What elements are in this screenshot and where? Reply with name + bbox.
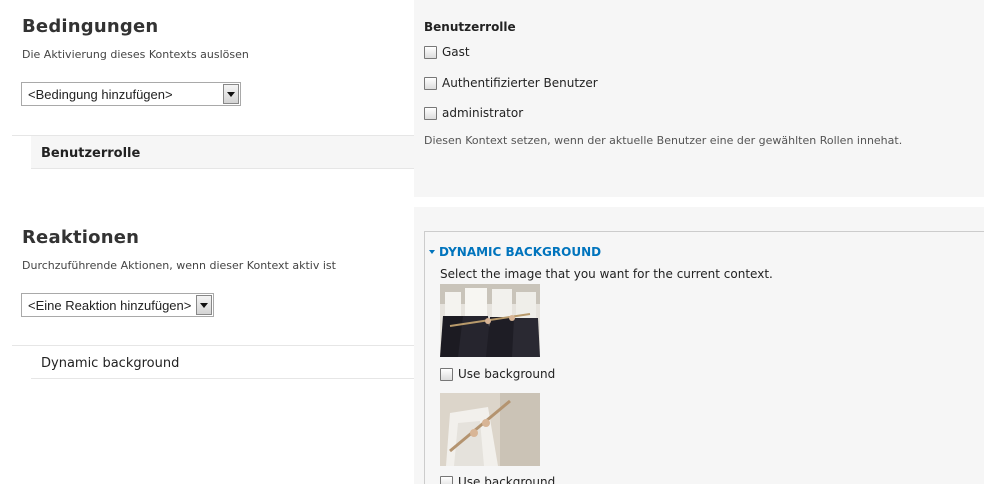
reactions-title: Reaktionen <box>22 227 140 248</box>
collapse-triangle-icon <box>429 249 435 254</box>
reaction-list-item[interactable]: Dynamic background <box>31 346 414 379</box>
reaction-item-label: Dynamic background <box>41 356 180 371</box>
checkbox[interactable] <box>440 367 453 381</box>
reactions-description: Durchzuführende Aktionen, wenn dieser Ko… <box>22 259 336 272</box>
role-option-gast[interactable]: Gast <box>424 45 470 59</box>
checkbox[interactable] <box>440 475 453 484</box>
role-settings-panel: Benutzerrolle Gast Authentifizierter Ben… <box>414 0 984 197</box>
background-image-thumbnail <box>440 284 540 357</box>
checkbox[interactable] <box>424 106 437 120</box>
aikido-group-image <box>440 284 540 357</box>
checkbox[interactable] <box>424 45 437 59</box>
role-help-text: Diesen Kontext setzen, wenn der aktuelle… <box>424 134 903 147</box>
add-reaction-select-value: <Eine Reaktion hinzufügen> <box>28 297 192 313</box>
chevron-down-icon[interactable] <box>223 84 239 104</box>
use-background-label: Use background <box>458 475 556 484</box>
add-reaction-select[interactable]: <Eine Reaktion hinzufügen> <box>21 293 214 317</box>
dynamic-background-toggle[interactable]: DYNAMIC BACKGROUND <box>429 241 601 260</box>
background-description: Select the image that you want for the c… <box>440 267 773 281</box>
chevron-down-icon[interactable] <box>196 295 212 315</box>
add-condition-select-value: <Bedingung hinzufügen> <box>28 86 173 102</box>
add-condition-select[interactable]: <Bedingung hinzufügen> <box>21 82 241 106</box>
role-option-label: Gast <box>442 45 470 59</box>
role-option-label: Authentifizierter Benutzer <box>442 76 598 90</box>
checkbox[interactable] <box>424 76 437 90</box>
use-background-option-2[interactable]: Use background <box>440 475 555 484</box>
aikido-single-image <box>440 393 540 466</box>
dynamic-background-legend[interactable]: DYNAMIC BACKGROUND <box>439 245 601 259</box>
role-option-label: administrator <box>442 106 524 120</box>
role-option-administrator[interactable]: administrator <box>424 106 523 120</box>
conditions-description: Die Aktivierung dieses Kontexts auslösen <box>22 48 249 61</box>
role-heading: Benutzerrolle <box>424 20 516 34</box>
condition-list-item[interactable]: Benutzerrolle <box>31 136 414 169</box>
background-image-thumbnail <box>440 393 540 466</box>
conditions-title: Bedingungen <box>22 16 159 37</box>
use-background-option-1[interactable]: Use background <box>440 367 555 381</box>
dynamic-background-fieldset: DYNAMIC BACKGROUND Select the image that… <box>424 231 984 484</box>
background-settings-panel: DYNAMIC BACKGROUND Select the image that… <box>414 207 984 484</box>
use-background-label: Use background <box>458 367 556 381</box>
condition-item-label: Benutzerrolle <box>41 146 141 161</box>
role-option-authenticated[interactable]: Authentifizierter Benutzer <box>424 76 598 90</box>
